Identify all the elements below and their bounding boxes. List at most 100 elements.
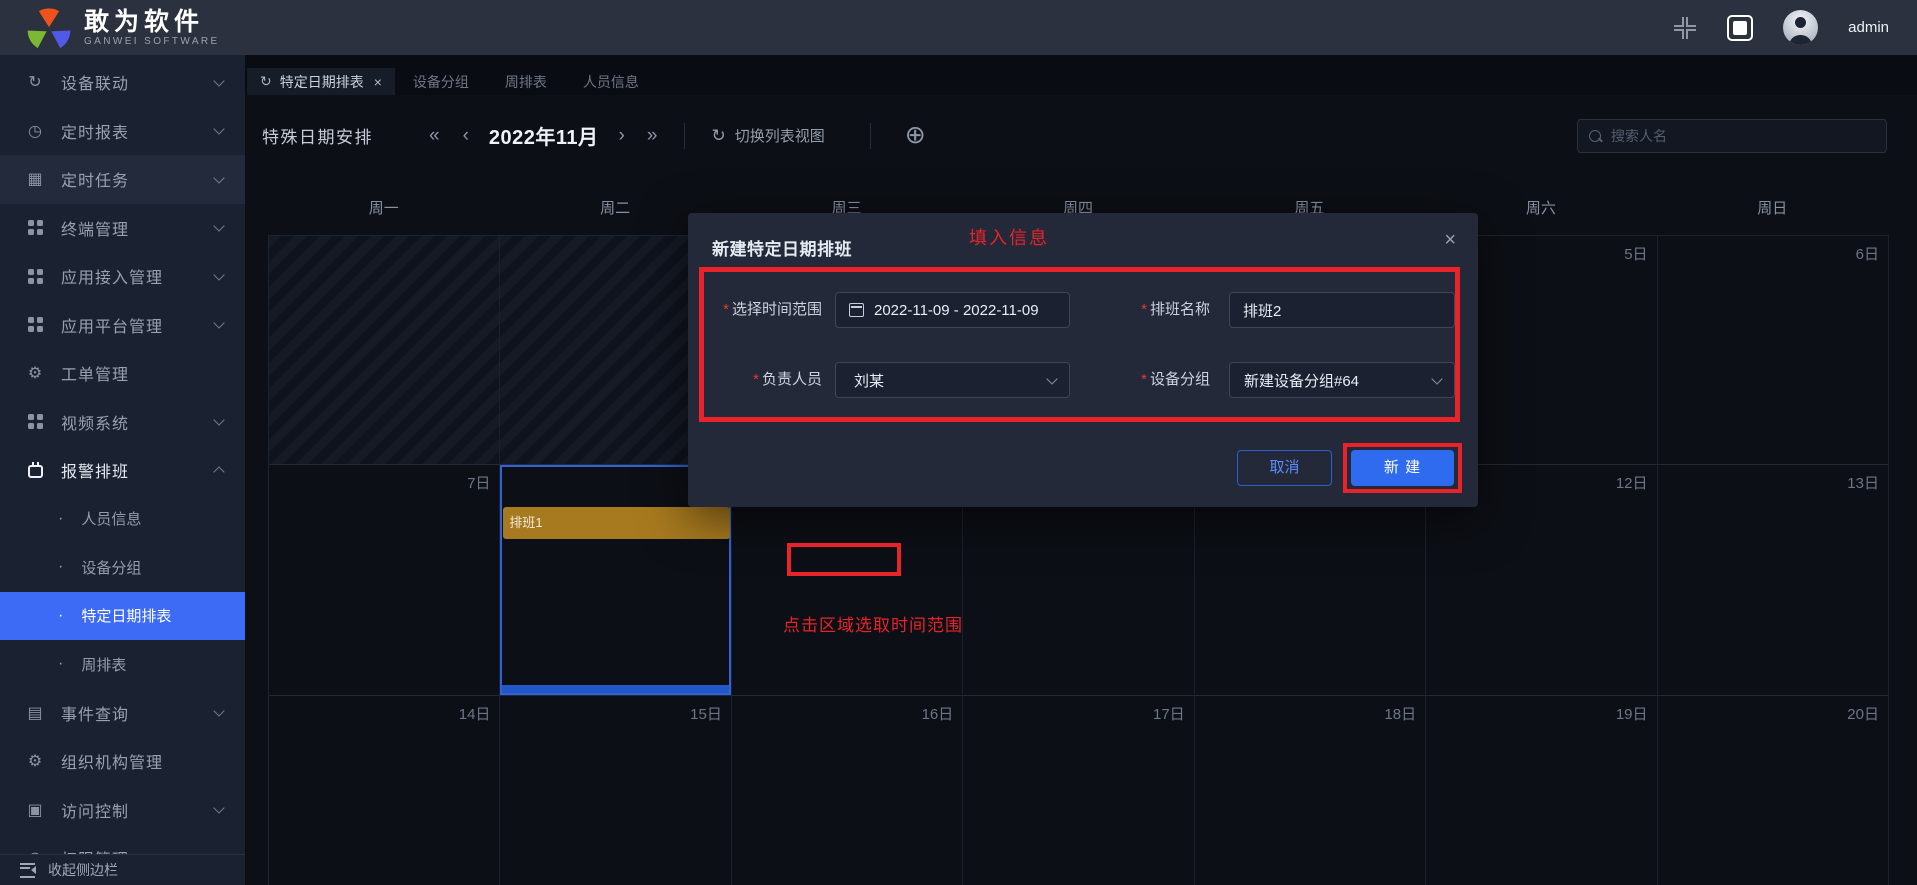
- sidebar-item-label: 访问控制: [61, 798, 129, 822]
- owner-value: 刘某: [854, 370, 884, 391]
- tab-weekly-schedule[interactable]: 周排表: [487, 68, 565, 95]
- sidebar-subitem-weekly-schedule[interactable]: ·周排表: [0, 640, 245, 689]
- date-label: 14日: [459, 703, 491, 724]
- page-title: 特殊日期安排: [262, 123, 373, 148]
- sidebar-subitem-label: 设备分组: [81, 557, 141, 578]
- calendar-cell[interactable]: 15日: [500, 696, 731, 885]
- confirm-button[interactable]: 新 建: [1351, 450, 1454, 486]
- brand-subtitle: GANWEI SOFTWARE: [84, 36, 220, 47]
- sidebar-subitem-specific-date-schedule[interactable]: · 特定日期排表: [0, 592, 245, 641]
- prev-month-button[interactable]: ‹: [463, 126, 469, 145]
- date-label: 6日: [1856, 243, 1879, 264]
- access-icon: ▣: [25, 800, 45, 820]
- calendar-cell[interactable]: 19日: [1426, 696, 1657, 885]
- date-label: 13日: [1847, 472, 1879, 493]
- sidebar-item-label: 组织机构管理: [61, 749, 163, 773]
- date-range-value: 2022-11-09 - 2022-11-09: [874, 302, 1039, 319]
- search-icon: [1589, 130, 1601, 142]
- sidebar-item-alarm-scheduling[interactable]: 报警排班: [0, 446, 245, 495]
- calendar-cell[interactable]: 7日: [269, 465, 500, 696]
- sidebar-item-work-order-management[interactable]: ⚙工单管理: [0, 349, 245, 398]
- chevron-down-icon: [213, 803, 224, 814]
- username[interactable]: admin: [1848, 19, 1889, 36]
- tab-specific-date-schedule[interactable]: ↻特定日期排表×: [247, 68, 395, 95]
- calendar-cell[interactable]: [269, 236, 500, 465]
- sidebar-item-label: 定时任务: [61, 167, 129, 191]
- schedule-name-label: *排班名称: [1114, 292, 1210, 328]
- tab-label: 设备分组: [413, 72, 469, 92]
- event-bar[interactable]: 排班1: [503, 507, 729, 539]
- sidebar-item-device-linkage[interactable]: ↻设备联动: [0, 58, 245, 107]
- date-label: 20日: [1847, 703, 1879, 724]
- sidebar-item-event-query[interactable]: ▤事件查询: [0, 689, 245, 738]
- next-year-button[interactable]: »: [647, 126, 655, 145]
- task-icon: ▦: [25, 169, 45, 189]
- add-schedule-button[interactable]: ⊕: [905, 123, 926, 148]
- next-month-button[interactable]: ›: [619, 126, 625, 145]
- calendar-cell[interactable]: 14日: [269, 696, 500, 885]
- sidebar-item-label: 工单管理: [61, 361, 129, 385]
- sidebar-item-scheduled-report[interactable]: ◷定时报表: [0, 107, 245, 156]
- fullscreen-capture-icon[interactable]: [1727, 15, 1753, 41]
- device-group-label: *设备分组: [1114, 362, 1210, 398]
- sidebar-item-label: 应用平台管理: [61, 313, 163, 337]
- bullet-icon: ·: [58, 510, 63, 528]
- brand-title: 敢为软件: [84, 9, 220, 35]
- ganwei-logo-icon: [26, 5, 72, 51]
- doc-search-icon: ▤: [25, 703, 45, 723]
- exit-fullscreen-icon[interactable]: [1673, 16, 1697, 40]
- chevron-down-icon: [213, 269, 224, 280]
- prev-year-button[interactable]: «: [429, 126, 437, 145]
- sidebar-item-label: 定时报表: [61, 119, 129, 143]
- app-header: 敢为软件 GANWEI SOFTWARE admin: [0, 0, 1917, 55]
- device-group-select[interactable]: 新建设备分组#64: [1229, 362, 1455, 398]
- calendar-icon: [849, 303, 864, 317]
- sidebar-item-scheduled-task[interactable]: ▦ 定时任务: [0, 155, 245, 204]
- sidebar-item-access-control[interactable]: ▣ 访问控制: [0, 786, 245, 835]
- date-label: 7日: [467, 472, 490, 493]
- calendar-cell[interactable]: 6日: [1658, 236, 1889, 465]
- schedule-name-input[interactable]: 排班2: [1229, 292, 1455, 328]
- modal-close-icon[interactable]: ×: [1444, 230, 1456, 250]
- sidebar-item-terminal-management[interactable]: 终端管理: [0, 204, 245, 253]
- calendar-cell[interactable]: 17日: [963, 696, 1194, 885]
- calendar-cell[interactable]: 18日: [1195, 696, 1426, 885]
- owner-select[interactable]: 刘某: [835, 362, 1070, 398]
- bullet-icon: ·: [58, 607, 63, 625]
- chevron-down-icon: [1431, 373, 1442, 384]
- avatar[interactable]: [1783, 10, 1818, 45]
- date-label: 5日: [1624, 243, 1647, 264]
- collapse-sidebar-button[interactable]: 收起侧边栏: [0, 854, 245, 885]
- sidebar-item-app-access-management[interactable]: 应用接入管理: [0, 252, 245, 301]
- modal-title: 新建特定日期排班: [712, 235, 852, 260]
- sidebar-item-app-platform-management[interactable]: 应用平台管理: [0, 301, 245, 350]
- calendar-toolbar: 特殊日期安排 « ‹ 2022年11月 › » ↻ 切换列表视图 ⊕: [245, 95, 1917, 168]
- date-label: 19日: [1616, 703, 1648, 724]
- refresh-icon[interactable]: ↻: [260, 73, 272, 90]
- date-label: 16日: [922, 703, 954, 724]
- calendar-cell[interactable]: 13日: [1658, 465, 1889, 696]
- calendar-cell[interactable]: 16日: [732, 696, 963, 885]
- date-label: 17日: [1153, 703, 1185, 724]
- sidebar-item-video-system[interactable]: 视频系统: [0, 398, 245, 447]
- cancel-button[interactable]: 取消: [1237, 450, 1332, 486]
- grid-icon: [25, 317, 45, 332]
- tab-device-group[interactable]: 设备分组: [395, 68, 487, 95]
- collapse-sidebar-label: 收起侧边栏: [48, 860, 118, 880]
- switch-view-button[interactable]: ↻ 切换列表视图: [711, 125, 824, 146]
- sidebar-subitem-personnel-info[interactable]: ·人员信息: [0, 495, 245, 544]
- selection-bar: [502, 685, 728, 693]
- search-box: [1577, 119, 1887, 153]
- search-input[interactable]: [1609, 127, 1875, 145]
- chevron-down-icon: [213, 221, 224, 232]
- calendar-cell[interactable]: 20日: [1658, 696, 1889, 885]
- tab-personnel-info[interactable]: 人员信息: [565, 68, 657, 95]
- close-icon[interactable]: ×: [374, 74, 382, 90]
- app-root: 敢为软件 GANWEI SOFTWARE admin ↻设备联动◷定时报表 ▦ 定时…: [0, 0, 1917, 885]
- chevron-down-icon: [213, 75, 224, 86]
- sidebar-subitem-device-group[interactable]: ·设备分组: [0, 543, 245, 592]
- sidebar-subitem-label: 特定日期排表: [81, 605, 171, 626]
- switch-view-label: 切换列表视图: [735, 125, 825, 146]
- sidebar-item-organization-management[interactable]: ⚙组织机构管理: [0, 737, 245, 786]
- date-range-input[interactable]: 2022-11-09 - 2022-11-09: [835, 292, 1070, 328]
